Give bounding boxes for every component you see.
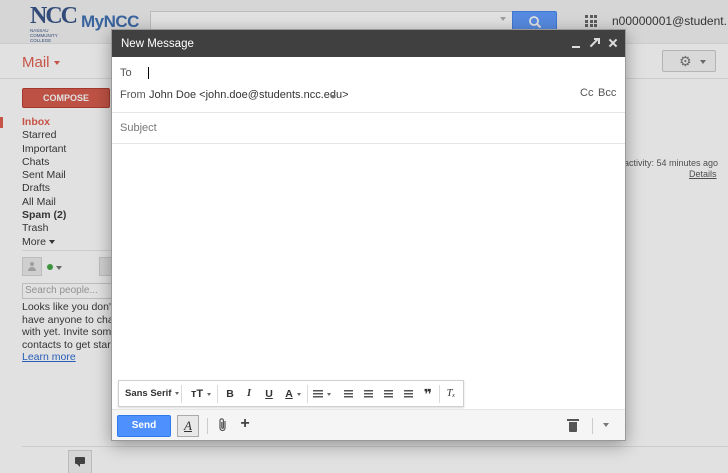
to-label: To — [120, 67, 132, 79]
numbered-list-icon — [343, 389, 353, 399]
from-row: From John Doe <john.doe@students.ncc.edu… — [112, 87, 625, 113]
font-size-icon: тT — [190, 388, 204, 400]
indent-less-button[interactable] — [381, 386, 395, 402]
from-label: From — [120, 89, 146, 101]
plus-icon: + — [240, 415, 250, 432]
more-options-chevron-icon[interactable] — [603, 423, 609, 427]
font-family-select[interactable]: Sans Serif — [125, 386, 181, 402]
from-address[interactable]: John Doe <john.doe@students.ncc.edu> — [149, 89, 349, 101]
bulleted-list-button[interactable] — [361, 386, 375, 402]
compose-title: New Message — [121, 38, 194, 50]
minimize-icon[interactable] — [568, 35, 584, 51]
cc-link[interactable]: Cc — [580, 87, 593, 99]
close-icon[interactable] — [605, 35, 621, 51]
attach-files-button[interactable] — [216, 417, 230, 433]
remove-formatting-button[interactable]: Tₓ — [443, 386, 459, 402]
formatting-toolbar: Sans Serif тT B I U A ❞ Tₓ — [118, 380, 464, 407]
to-field[interactable] — [146, 63, 616, 83]
toolbar-divider — [217, 385, 218, 403]
text-color-icon: A — [285, 388, 293, 400]
compose-dialog: New Message To From John Doe <john.doe@s… — [111, 29, 626, 441]
size-chevron-down-icon — [207, 392, 212, 396]
bulleted-list-icon — [363, 389, 373, 399]
indent-more-button[interactable] — [401, 386, 415, 402]
bold-button[interactable]: B — [223, 386, 237, 402]
toolbar-divider — [181, 385, 182, 403]
compose-title-bar[interactable]: New Message — [112, 30, 625, 57]
color-chevron-down-icon — [296, 392, 301, 396]
align-chevron-down-icon — [327, 392, 331, 396]
quote-button[interactable]: ❞ — [421, 386, 435, 402]
action-divider — [207, 418, 208, 434]
font-chevron-down-icon — [175, 391, 180, 395]
align-left-icon — [313, 389, 323, 399]
text-format-icon: A — [184, 418, 192, 433]
pop-out-icon[interactable] — [586, 35, 602, 51]
discard-draft-button[interactable] — [567, 418, 581, 434]
to-row: To — [112, 57, 625, 87]
text-color-select[interactable]: A — [282, 386, 304, 402]
italic-button[interactable]: I — [242, 386, 256, 402]
toolbar-divider — [307, 385, 308, 403]
toolbar-divider — [439, 385, 440, 403]
text-cursor — [148, 67, 149, 79]
indent-more-icon — [403, 389, 413, 399]
subject-field[interactable] — [120, 118, 616, 138]
quote-icon: ❞ — [423, 386, 433, 402]
more-insert-options-button[interactable]: + — [238, 415, 252, 435]
numbered-list-button[interactable] — [341, 386, 355, 402]
formatting-options-button[interactable]: A — [177, 415, 199, 437]
align-select[interactable] — [311, 386, 333, 402]
action-divider — [592, 418, 593, 434]
font-size-select[interactable]: тT — [189, 386, 213, 402]
subject-row — [112, 113, 625, 144]
from-chevron-down-icon[interactable] — [330, 95, 336, 99]
remove-formatting-icon: Tₓ — [446, 388, 456, 399]
underline-button[interactable]: U — [262, 386, 276, 402]
message-body[interactable] — [112, 144, 625, 379]
send-button[interactable]: Send — [117, 415, 171, 437]
bcc-link[interactable]: Bcc — [598, 87, 616, 99]
compose-action-bar: Send A + — [112, 409, 625, 440]
paperclip-icon — [219, 418, 226, 432]
indent-less-icon — [383, 389, 393, 399]
font-family-label: Sans Serif — [125, 388, 172, 399]
